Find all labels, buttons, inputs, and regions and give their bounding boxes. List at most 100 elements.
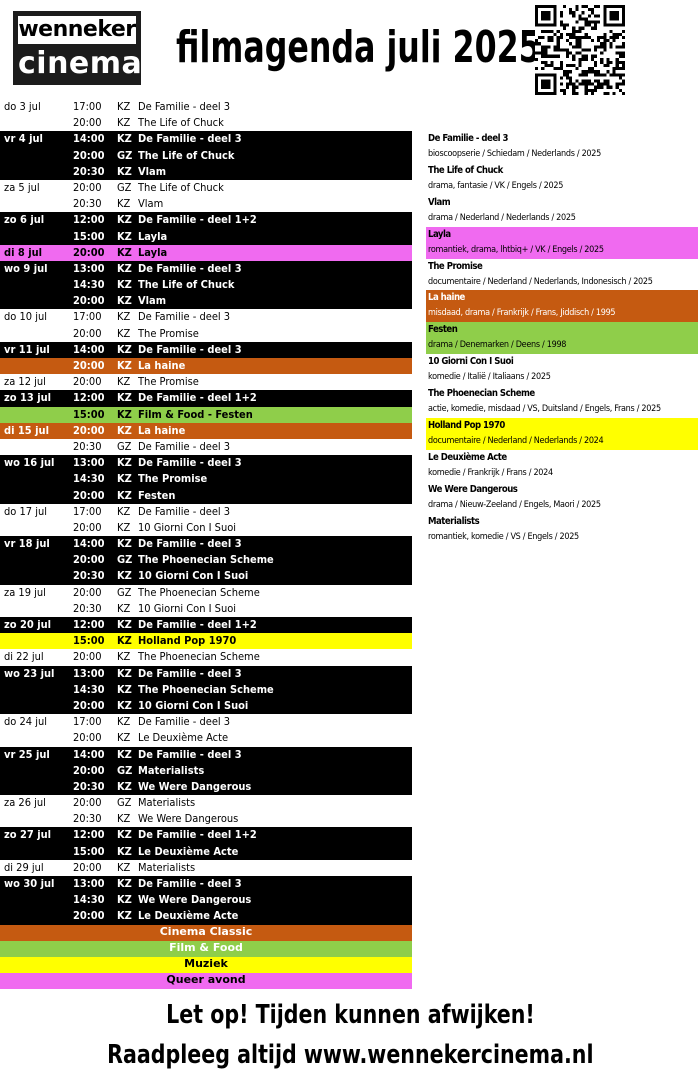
screening-title: The Life of Chuck	[138, 116, 224, 130]
screening-row[interactable]: 20:00 KZ The Life of Chuck	[0, 115, 412, 131]
screening-row[interactable]: wo 16 jul 13:00 KZ De Familie - deel 3	[0, 455, 412, 472]
screening-date: do 3 jul	[4, 100, 41, 113]
screening-title: 10 Giorni Con I Suoi	[138, 601, 237, 615]
screening-title: De Familie - deel 3	[138, 537, 242, 551]
screening-row[interactable]: 14:30 KZ The Phoenecian Scheme	[0, 681, 412, 698]
screening-row[interactable]: 15:00 KZ Layla	[0, 228, 412, 245]
screening-row[interactable]: 20:00 KZ The Promise	[0, 326, 412, 342]
film-info: The Promise documentaire / Nederland / Ne…	[426, 259, 698, 291]
screening-row[interactable]: 20:30 KZ 10 Giorni Con I Suoi	[0, 568, 412, 585]
screening-row[interactable]: zo 6 jul 12:00 KZ De Familie - deel 1+2	[0, 212, 412, 229]
screening-row[interactable]: zo 13 jul 12:00 KZ De Familie - deel 1+2	[0, 390, 412, 407]
screening-row[interactable]: wo 23 jul 13:00 KZ De Familie - deel 3	[0, 665, 412, 682]
film-title: We Were Dangerous	[428, 483, 518, 495]
screening-hall: KZ	[117, 779, 132, 793]
day-block: zo 20 jul 12:00 KZ De Familie - deel 1+2 15:…	[0, 617, 412, 650]
screening-row[interactable]: do 3 jul 17:00 KZ De Familie - deel 3	[0, 99, 412, 115]
screening-date: wo 16 jul	[4, 456, 55, 470]
screening-date	[0, 552, 73, 568]
screening-row[interactable]: 20:30 KZ Vlam	[0, 163, 412, 180]
screening-row[interactable]: 20:00 KZ 10 Giorni Con I Suoi	[0, 697, 412, 715]
day-block: zo 27 jul 12:00 KZ De Familie - deel 1+2 15:…	[0, 827, 412, 860]
screening-row[interactable]: di 15 jul 20:00 KZ La haine	[0, 422, 412, 439]
screening-row[interactable]: 15:00 KZ Le Deuxième Acte	[0, 843, 412, 860]
screening-row[interactable]: 20:30 KZ Vlam	[0, 196, 412, 212]
film-info: La haine misdaad, drama / Frankrijk / Fra…	[426, 290, 698, 323]
screening-date	[0, 520, 73, 536]
screening-date	[0, 779, 73, 795]
film-info: Holland Pop 1970 documentaire / Nederland…	[426, 418, 698, 450]
film-title: La haine	[428, 292, 465, 304]
screening-row[interactable]: 20:30 KZ We Were Dangerous	[0, 778, 412, 796]
screening-row[interactable]: za 26 jul 20:00 GZ Materialists	[0, 795, 412, 811]
screening-time: 14:30	[73, 893, 105, 907]
screening-time: 20:30	[73, 779, 105, 793]
screening-row[interactable]: do 24 jul 17:00 KZ De Familie - deel 3	[0, 714, 412, 730]
film-meta: misdaad, drama / Frankrijk / Frans, Jidd…	[428, 308, 616, 319]
film-title: De Familie - deel 3	[428, 133, 508, 144]
screening-title: De Familie - deel 1+2	[138, 391, 257, 405]
screening-hall: GZ	[117, 439, 132, 453]
screening-row[interactable]: za 19 jul 20:00 GZ The Phoenecian Scheme	[0, 585, 412, 601]
screening-row[interactable]: vr 4 jul 14:00 KZ De Familie - deel 3	[0, 131, 412, 148]
screening-row[interactable]: 20:00 GZ The Phoenecian Scheme	[0, 552, 412, 569]
screening-row[interactable]: 14:30 KZ We Were Dangerous	[0, 892, 412, 909]
screening-row[interactable]: zo 20 jul 12:00 KZ De Familie - deel 1+2	[0, 617, 412, 634]
screening-row[interactable]: 20:00 KZ La haine	[0, 358, 412, 375]
screening-row[interactable]: di 8 jul 20:00 KZ Layla	[0, 244, 412, 261]
screening-row[interactable]: 20:00 GZ The Life of Chuck	[0, 147, 412, 164]
screening-row[interactable]: za 12 jul 20:00 KZ The Promise	[0, 374, 412, 390]
screening-time: 20:30	[73, 569, 105, 583]
screening-row[interactable]: za 5 jul 20:00 GZ The Life of Chuck	[0, 180, 412, 196]
screening-row[interactable]: 20:00 GZ Materialists	[0, 762, 412, 779]
screening-row[interactable]: 20:00 KZ Le Deuxième Acte	[0, 908, 412, 925]
film-info: The Life of Chuck drama, fantasie / VK / …	[426, 163, 698, 195]
screening-row[interactable]: 15:00 KZ Film & Food - Festen	[0, 406, 412, 423]
screening-row[interactable]: 20:00 KZ Le Deuxième Acte	[0, 730, 412, 746]
screening-row[interactable]: do 10 jul 17:00 KZ De Familie - deel 3	[0, 309, 412, 325]
screening-row[interactable]: 14:30 KZ The Promise	[0, 471, 412, 488]
logo-text-cinema: cinema	[18, 46, 143, 81]
screening-time: 17:00	[73, 100, 102, 113]
screening-hall: KZ	[117, 537, 132, 551]
day-block: vr 4 jul 14:00 KZ De Familie - deel 3 20:00 G…	[0, 131, 412, 180]
screening-date	[0, 148, 73, 164]
screening-title: De Familie - deel 3	[138, 100, 231, 113]
screening-row[interactable]: 20:30 GZ De Familie - deel 3	[0, 439, 412, 455]
screening-row[interactable]: 20:00 KZ Vlam	[0, 293, 412, 310]
screening-title: Vlam	[138, 164, 167, 178]
screening-time: 14:30	[73, 278, 105, 292]
screening-date: vr 25 jul	[4, 747, 50, 761]
screening-row[interactable]: di 22 jul 20:00 KZ The Phoenecian Scheme	[0, 649, 412, 665]
screening-title: De Familie - deel 3	[138, 310, 231, 324]
screening-row[interactable]: 14:30 KZ The Life of Chuck	[0, 277, 412, 294]
screening-hall: KZ	[117, 634, 132, 648]
screening-title: Le Deuxième Acte	[138, 731, 229, 745]
legend-item-green: Film & Food	[0, 940, 412, 957]
screening-time: 14:30	[73, 682, 105, 696]
screening-date: zo 27 jul	[4, 828, 52, 842]
day-block: di 15 jul 20:00 KZ La haine 20:30 GZ De Famili…	[0, 422, 412, 455]
screening-row[interactable]: vr 18 jul 14:00 KZ De Familie - deel 3	[0, 536, 412, 553]
screening-row[interactable]: vr 11 jul 14:00 KZ De Familie - deel 3	[0, 341, 412, 358]
screening-row[interactable]: di 29 jul 20:00 KZ Materialists	[0, 860, 412, 876]
screening-row[interactable]: zo 27 jul 12:00 KZ De Familie - deel 1+2	[0, 827, 412, 844]
screening-row[interactable]: wo 30 jul 13:00 KZ De Familie - deel 3	[0, 876, 412, 893]
screening-title: Materialists	[138, 796, 196, 810]
screening-row[interactable]: 20:30 KZ 10 Giorni Con I Suoi	[0, 601, 412, 617]
screening-hall: KZ	[117, 618, 132, 631]
screening-row[interactable]: 20:30 KZ We Were Dangerous	[0, 811, 412, 827]
screening-row[interactable]: wo 9 jul 13:00 KZ De Familie - deel 3	[0, 260, 412, 278]
screening-row[interactable]: 15:00 KZ Holland Pop 1970	[0, 633, 412, 650]
screening-row[interactable]: vr 25 jul 14:00 KZ De Familie - deel 3	[0, 746, 412, 763]
qr-code-icon[interactable]	[535, 5, 625, 95]
screening-title: Film & Food - Festen	[138, 407, 253, 421]
film-title: Le Deuxième Acte	[428, 451, 507, 463]
screening-row[interactable]: do 17 jul 17:00 KZ De Familie - deel 3	[0, 504, 412, 520]
screening-row[interactable]: 20:00 KZ 10 Giorni Con I Suoi	[0, 520, 412, 536]
screening-row[interactable]: 20:00 KZ Festen	[0, 487, 412, 504]
film-info: Le Deuxième Acte komedie / Frankrijk / Fr…	[426, 450, 698, 482]
screening-hall: KZ	[117, 245, 132, 259]
day-block: di 22 jul 20:00 KZ The Phoenecian Scheme	[0, 649, 412, 665]
screening-date	[0, 488, 73, 504]
